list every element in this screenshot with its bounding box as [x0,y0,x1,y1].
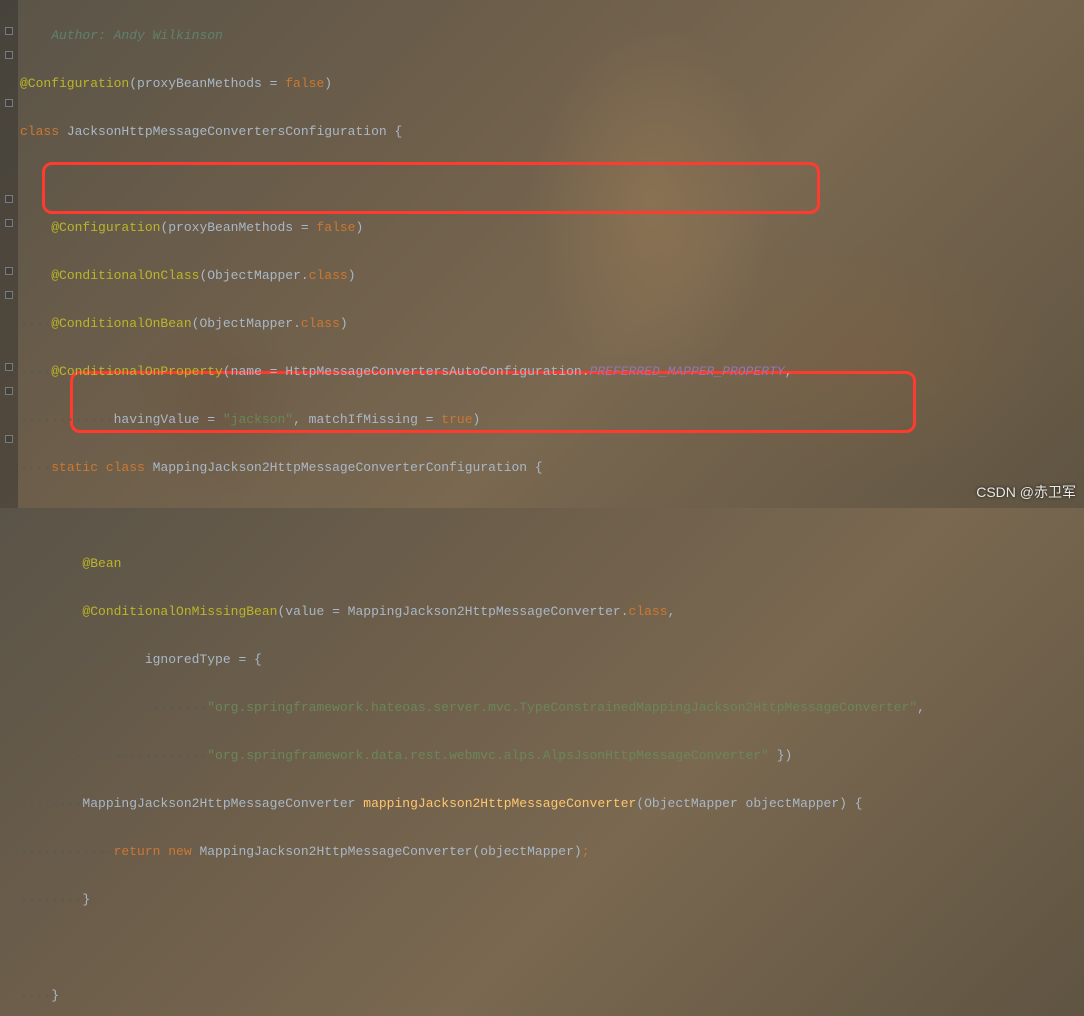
code-line: ················ignoredType = { [20,648,1084,672]
string-literal: "org.springframework.hateoas.server.mvc.… [207,700,917,715]
keyword: false [316,220,355,235]
fold-icon[interactable] [5,99,13,107]
code-text: , matchIfMissing = [293,412,441,427]
code-text: (name = HttpMessageConvertersAutoConfigu… [223,364,590,379]
code-line: ························"org.springframe… [20,696,1084,720]
keyword: class [106,460,145,475]
indent-guide: ············ [20,844,114,859]
class-name: JacksonHttpMessageConvertersConfiguratio… [59,124,402,139]
code-text: ) [348,268,356,283]
indent-guide: ···· [20,460,51,475]
indent-guide: ························ [20,748,207,763]
code-line: ········MappingJackson2HttpMessageConver… [20,792,1084,816]
indent-guide: ···· [20,988,51,1003]
code-text: havingValue = [114,412,223,427]
code-text: , [785,364,793,379]
keyword: return [114,844,169,859]
code-line: ····@ConditionalOnClass(ObjectMapper.cla… [20,264,1084,288]
code-text: ) [473,412,481,427]
code-text: , [917,700,925,715]
code-text: MappingJackson2HttpMessageConverter(obje… [192,844,582,859]
fold-icon[interactable] [5,387,13,395]
indent-guide: ········ [20,796,82,811]
code-text: , [668,604,676,619]
code-line: class JacksonHttpMessageConvertersConfig… [20,120,1084,144]
fold-icon[interactable] [5,219,13,227]
indent-guide: ···· [20,28,51,43]
code-text: ) [324,76,332,91]
annotation: @ConditionalOnMissingBean [82,604,277,619]
keyword: class [629,604,668,619]
field-ref: PREFERRED_MAPPER_PROPERTY [590,364,785,379]
keyword: class [301,316,340,331]
fold-icon[interactable] [5,267,13,275]
code-text: ) [340,316,348,331]
keyword: false [285,76,324,91]
indent-guide: ···· [20,316,51,331]
method-name: mappingJackson2HttpMessageConverter [363,796,636,811]
code-line: ····Author: Andy Wilkinson [20,24,1084,48]
code-line [20,936,1084,960]
code-line: ····@ConditionalOnProperty(name = HttpMe… [20,360,1084,384]
code-line: ········@Bean [20,552,1084,576]
fold-icon[interactable] [5,363,13,371]
editor-gutter [0,0,18,508]
indent-guide: ········ [20,556,82,571]
code-line: ····@ConditionalOnBean(ObjectMapper.clas… [20,312,1084,336]
code-line: ························"org.springframe… [20,744,1084,768]
annotation: @ConditionalOnProperty [51,364,223,379]
code-line: @Configuration(proxyBeanMethods = false) [20,72,1084,96]
fold-icon[interactable] [5,27,13,35]
string-literal: "jackson" [223,412,293,427]
fold-icon[interactable] [5,435,13,443]
code-text: (ObjectMapper. [199,268,308,283]
code-line: ········@ConditionalOnMissingBean(value … [20,600,1084,624]
class-name: MappingJackson2HttpMessageConverterConfi… [145,460,543,475]
keyword: static [51,460,106,475]
brace: } [51,988,59,1003]
code-editor[interactable]: ····Author: Andy Wilkinson @Configuratio… [20,0,1084,1016]
brace: } [82,892,90,907]
code-text: (proxyBeanMethods = [160,220,316,235]
annotation: @ConditionalOnBean [51,316,191,331]
indent-guide: ············ [20,412,114,427]
indent-guide: ········ [20,604,82,619]
indent-guide: ················ [20,652,145,667]
indent-guide: ···· [20,364,51,379]
keyword: class [309,268,348,283]
code-line: ········} [20,888,1084,912]
code-text: ) [355,220,363,235]
code-line: ····static class MappingJackson2HttpMess… [20,456,1084,480]
keyword: new [168,844,191,859]
keyword: class [20,124,59,139]
indent-guide: ························ [20,700,207,715]
code-line: ············return new MappingJackson2Ht… [20,840,1084,864]
code-line: ············havingValue = "jackson", mat… [20,408,1084,432]
code-text: (value = MappingJackson2HttpMessageConve… [277,604,628,619]
code-comment: Author: Andy Wilkinson [51,28,223,43]
indent-guide: ···· [20,220,51,235]
fold-icon[interactable] [5,291,13,299]
code-text: ignoredType = { [145,652,262,667]
indent-guide: ···· [20,268,51,283]
code-line: ····} [20,984,1084,1008]
watermark: CSDN @赤卫军 [976,482,1076,502]
code-text: (ObjectMapper. [192,316,301,331]
code-line [20,168,1084,192]
type-name: MappingJackson2HttpMessageConverter [82,796,363,811]
code-line: ····@Configuration(proxyBeanMethods = fa… [20,216,1084,240]
code-text: (proxyBeanMethods = [129,76,285,91]
annotation: @ConditionalOnClass [51,268,199,283]
string-literal: "org.springframework.data.rest.webmvc.al… [207,748,769,763]
code-text: }) [769,748,792,763]
annotation: @Configuration [20,76,129,91]
keyword: true [441,412,472,427]
annotation: @Bean [82,556,121,571]
indent-guide: ········ [20,892,82,907]
fold-icon[interactable] [5,51,13,59]
semicolon: ; [582,844,590,859]
fold-icon[interactable] [5,195,13,203]
annotation: @Configuration [51,220,160,235]
code-text: (ObjectMapper objectMapper) { [636,796,862,811]
